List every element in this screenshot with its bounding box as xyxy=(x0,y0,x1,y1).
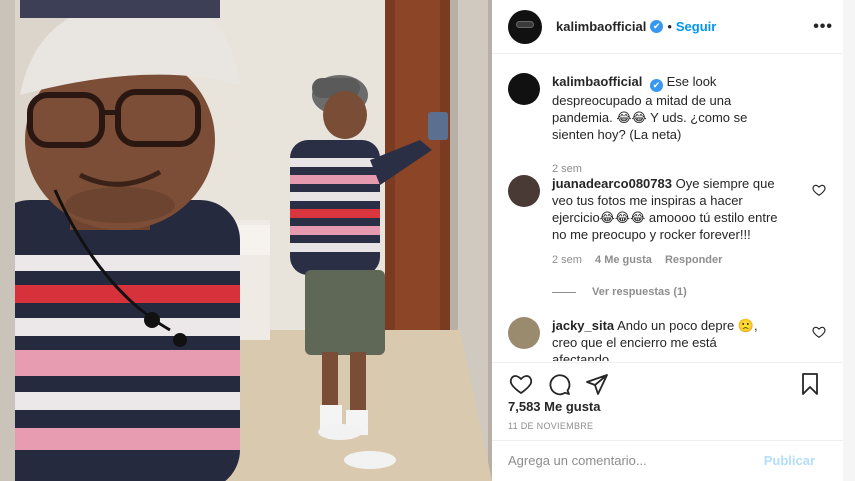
view-replies-button[interactable]: Ver respuestas (1) xyxy=(552,286,687,298)
comment-like-heart-icon[interactable] xyxy=(812,183,826,197)
caption-meta: 2 sem xyxy=(552,163,828,175)
avatar[interactable] xyxy=(508,9,542,44)
scrollbar-track[interactable] xyxy=(843,0,855,481)
add-comment-bar: Publicar xyxy=(492,440,843,481)
comment-body: juanadearco080783 Oye siempre que veo tu… xyxy=(552,175,782,243)
more-icon[interactable]: ••• xyxy=(813,18,833,36)
separator-dot: • xyxy=(667,19,672,34)
view-replies-label: Ver respuestas (1) xyxy=(592,286,687,298)
post-side-panel: kalimbaofficial ✔ • Seguir ••• kalimbaof… xyxy=(492,0,855,481)
comments-list[interactable]: kalimbaofficial ✔ Ese look despreocupado… xyxy=(492,55,843,361)
caption: kalimbaofficial ✔ Ese look despreocupado… xyxy=(508,73,828,175)
comment-time[interactable]: 2 sem xyxy=(552,254,582,266)
follow-button[interactable]: Seguir xyxy=(676,19,716,34)
heart-icon[interactable] xyxy=(508,372,534,396)
post-date[interactable]: 11 DE NOVIEMBRE xyxy=(508,421,593,431)
share-icon[interactable] xyxy=(584,372,610,396)
post-header: kalimbaofficial ✔ • Seguir xyxy=(492,0,843,54)
caption-username[interactable]: kalimbaofficial xyxy=(552,74,642,89)
selfie-photo-illustration xyxy=(0,0,492,481)
comment-meta: 2 sem 4 Me gusta Responder xyxy=(552,254,828,266)
verified-badge-icon: ✔ xyxy=(649,79,663,92)
author-username[interactable]: kalimbaofficial xyxy=(556,19,646,34)
caption-time[interactable]: 2 sem xyxy=(552,163,582,175)
publish-button[interactable]: Publicar xyxy=(764,453,815,468)
comment-icon[interactable] xyxy=(546,372,572,396)
post-viewer: kalimbaofficial ✔ • Seguir ••• kalimbaof… xyxy=(0,0,855,481)
comment-input[interactable] xyxy=(508,453,748,468)
comment-like-heart-icon[interactable] xyxy=(812,325,826,339)
comment-avatar[interactable] xyxy=(508,175,540,207)
replies-line xyxy=(552,291,576,293)
post-actions xyxy=(492,362,843,402)
reply-button[interactable]: Responder xyxy=(665,254,722,266)
caption-body: kalimbaofficial ✔ Ese look despreocupado… xyxy=(552,73,782,143)
comment-likes[interactable]: 4 Me gusta xyxy=(595,254,652,266)
caption-avatar[interactable] xyxy=(508,73,540,105)
bookmark-icon[interactable] xyxy=(797,372,823,396)
comment-avatar[interactable] xyxy=(508,317,540,349)
comment-body: jacky_sita Ando un poco depre 🙁, creo qu… xyxy=(552,317,782,361)
comment-item: juanadearco080783 Oye siempre que veo tu… xyxy=(508,175,828,266)
comment-item: jacky_sita Ando un poco depre 🙁, creo qu… xyxy=(508,317,828,361)
verified-badge-icon: ✔ xyxy=(650,20,664,33)
post-photo[interactable] xyxy=(0,0,492,481)
comment-username[interactable]: juanadearco080783 xyxy=(552,176,672,191)
likes-count[interactable]: 7,583 Me gusta xyxy=(508,399,601,414)
comment-username[interactable]: jacky_sita xyxy=(552,318,614,333)
